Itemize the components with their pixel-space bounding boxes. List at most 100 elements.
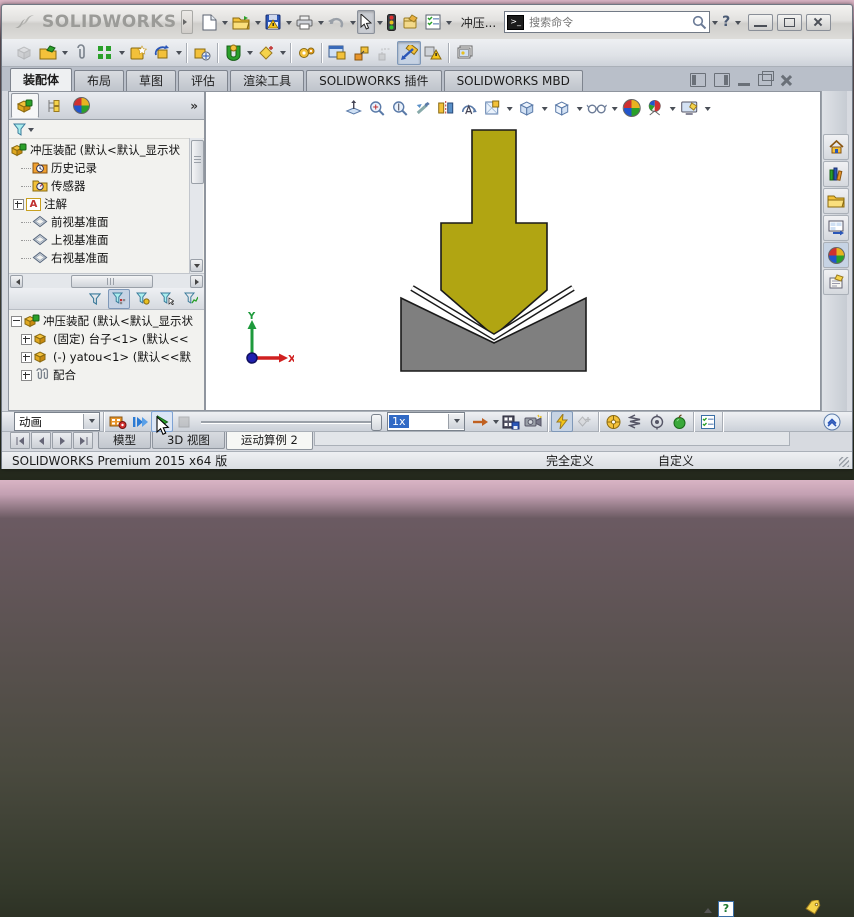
rotate-component-caret[interactable] — [176, 51, 182, 58]
interference-detection-button[interactable] — [421, 41, 445, 65]
explode-line-button[interactable] — [373, 41, 397, 65]
prev-tab-button[interactable] — [31, 432, 51, 449]
tree-item-sensors[interactable]: 传感器 — [11, 177, 204, 195]
options-button[interactable] — [399, 10, 422, 34]
autokey-button[interactable] — [551, 411, 573, 432]
previous-view-button[interactable] — [413, 98, 433, 118]
save-animation-button[interactable] — [500, 411, 522, 432]
filter-driving-button[interactable] — [132, 289, 154, 309]
view-selector-button[interactable] — [482, 98, 502, 118]
expand-toggle-icon[interactable] — [21, 351, 32, 363]
tree-item-history[interactable]: 历史记录 — [11, 159, 204, 177]
toolbar-mode[interactable]: 自定义 — [658, 452, 694, 469]
doc-close-icon[interactable] — [780, 74, 792, 86]
filter-results-button[interactable] — [180, 289, 202, 309]
smart-mate-caret[interactable] — [280, 51, 286, 58]
view-orientation-button[interactable] — [459, 98, 479, 118]
tree-item-top-plane[interactable]: 上视基准面 — [11, 231, 204, 249]
open-button[interactable] — [229, 10, 253, 34]
tab-sketch[interactable]: 草图 — [126, 70, 177, 91]
tab-model[interactable]: 模型 — [98, 432, 151, 449]
panel-expand-button[interactable]: » — [190, 99, 198, 113]
motor-button[interactable] — [602, 411, 624, 432]
scrollbar-thumb[interactable] — [191, 140, 204, 184]
filter-animated-button[interactable] — [108, 288, 130, 309]
playback-mode-caret[interactable] — [493, 420, 499, 427]
attachment-button[interactable] — [69, 41, 93, 65]
tab-solidworks-addins[interactable]: SOLIDWORKS 插件 — [306, 70, 442, 91]
view-settings-button[interactable] — [680, 98, 700, 118]
study-properties-button[interactable] — [697, 411, 719, 432]
damper-button[interactable] — [646, 411, 668, 432]
tree-item-right-plane[interactable]: 右视基准面 — [11, 249, 204, 267]
file-properties-caret[interactable] — [445, 20, 452, 28]
play-from-start-button[interactable] — [129, 411, 151, 432]
hscrollbar-thumb[interactable] — [71, 275, 153, 288]
zoom-to-fit-button[interactable] — [344, 98, 364, 118]
help-box-icon[interactable]: ? — [718, 901, 734, 917]
view-settings-caret[interactable] — [704, 106, 711, 114]
graphics-viewport[interactable]: Y X — [205, 91, 821, 411]
collapse-motion-panel-button[interactable] — [822, 413, 842, 431]
save-button[interactable] — [262, 10, 284, 34]
file-explorer-tab[interactable] — [823, 188, 849, 214]
stop-button[interactable] — [173, 411, 195, 432]
mate-caret[interactable] — [247, 51, 253, 58]
linear-pattern-button[interactable] — [93, 41, 117, 65]
apply-scene-caret[interactable] — [669, 106, 676, 114]
motion-study-button[interactable] — [452, 41, 476, 65]
hide-show-caret[interactable] — [611, 106, 618, 114]
select-caret[interactable] — [376, 20, 383, 28]
smart-fasteners-button[interactable] — [126, 41, 150, 65]
display-style-button[interactable] — [517, 98, 537, 118]
model-3d[interactable] — [382, 122, 628, 387]
tab-layout[interactable]: 布局 — [74, 70, 125, 91]
tree-root-row[interactable]: 冲压装配 (默认<默认_显示状 — [11, 141, 204, 159]
insert-component-button[interactable] — [12, 41, 36, 65]
design-library-tab[interactable] — [823, 161, 849, 187]
search-caret[interactable] — [712, 20, 719, 28]
open-part-button[interactable] — [36, 41, 60, 65]
collapse-toggle-icon[interactable] — [11, 315, 22, 327]
smart-mate-button[interactable] — [254, 41, 278, 65]
filter-funnel-icon[interactable] — [13, 123, 26, 136]
display-manager-tab[interactable] — [39, 93, 67, 118]
view-palette-tab[interactable] — [823, 215, 849, 241]
tab-render-tools[interactable]: 渲染工具 — [230, 70, 305, 91]
tree-horizontal-scrollbar[interactable] — [9, 273, 204, 289]
spring-button[interactable] — [624, 411, 646, 432]
display-style-alt-button[interactable] — [552, 98, 572, 118]
study-type-select[interactable]: 动画 — [14, 412, 100, 431]
undo-caret[interactable] — [349, 20, 356, 28]
edit-appearance-button[interactable] — [622, 98, 642, 118]
doc-restore-icon[interactable] — [758, 71, 774, 86]
expand-toggle-icon[interactable] — [21, 333, 32, 345]
assembly-gears-button[interactable] — [294, 41, 318, 65]
display-style-caret[interactable] — [541, 106, 548, 114]
filter-selected-button[interactable] — [156, 289, 178, 309]
assembly-window-button[interactable] — [325, 41, 349, 65]
next-tab-button[interactable] — [52, 432, 72, 449]
animation-wizard-button[interactable] — [522, 411, 544, 432]
exploded-view-button[interactable] — [349, 41, 373, 65]
speed-caret[interactable] — [448, 414, 464, 429]
scroll-right-button[interactable] — [190, 275, 203, 288]
toolbar-mode-caret[interactable] — [704, 904, 712, 913]
tab-solidworks-mbd[interactable]: SOLIDWORKS MBD — [443, 70, 583, 91]
file-properties-button[interactable] — [422, 10, 444, 34]
select-button[interactable] — [356, 10, 375, 34]
appearances-scenes-tab[interactable] — [823, 242, 849, 268]
tab-assembly[interactable]: 装配体 — [10, 68, 73, 91]
doc-minimize-icon[interactable] — [738, 82, 750, 86]
new-document-caret[interactable] — [221, 20, 228, 28]
tag-icon[interactable] — [804, 900, 822, 915]
save-caret[interactable] — [285, 20, 292, 28]
rebuild-button[interactable] — [384, 10, 399, 34]
zoom-to-area-button[interactable] — [367, 98, 387, 118]
logo-flyout-button[interactable] — [180, 10, 193, 34]
command-search[interactable]: >_ — [504, 11, 711, 33]
custom-properties-tab[interactable] — [823, 269, 849, 295]
timeline-slider-thumb[interactable] — [371, 414, 382, 431]
gravity-button[interactable] — [668, 411, 690, 432]
linear-pattern-caret[interactable] — [119, 51, 125, 58]
